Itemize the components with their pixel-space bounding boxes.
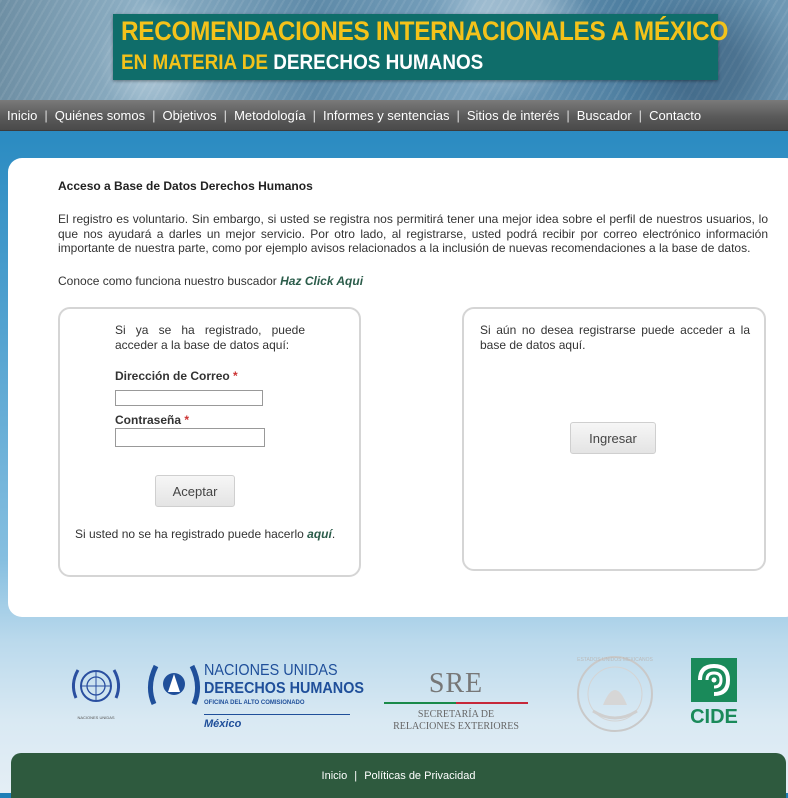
footer-separator: | <box>354 770 358 782</box>
un-logo[interactable]: NACIONES UNIDAS <box>66 662 126 720</box>
register-text: Si usted no se ha registrado puede hacer… <box>75 527 308 541</box>
email-label-text: Dirección de Correo <box>115 369 230 383</box>
un-emblem-icon <box>71 669 121 702</box>
required-mark: * <box>184 413 190 427</box>
ohchr-divider <box>204 714 350 715</box>
nav-item-objetivos[interactable]: Objetivos <box>155 108 223 123</box>
sre-stripe-green <box>384 702 456 704</box>
register-line: Si usted no se ha registrado puede hacer… <box>75 527 335 541</box>
password-field[interactable] <box>115 428 265 447</box>
cide-emblem-icon <box>691 658 737 702</box>
site-title-line2-part2: DERECHOS HUMANOS <box>273 51 484 74</box>
nav-item-metodologia[interactable]: Metodología <box>227 108 313 123</box>
guest-box: Si aún no desea registrarse puede accede… <box>462 307 766 571</box>
footer-link-privacidad[interactable]: Políticas de Privacidad <box>364 770 475 782</box>
login-box: Si ya se ha registrado, puede acceder a … <box>58 307 361 577</box>
register-link[interactable]: aquí <box>307 527 332 541</box>
email-field[interactable] <box>115 390 263 406</box>
login-instructions: Si ya se ha registrado, puede acceder a … <box>115 323 305 352</box>
howto-text: Conoce como funciona nuestro buscador <box>58 274 281 288</box>
password-label-text: Contraseña <box>115 413 182 427</box>
enter-button[interactable]: Ingresar <box>570 422 656 454</box>
seal-caption: ESTADOS UNIDOS MEXICANOS <box>577 657 653 663</box>
ohchr-line2: DERECHOS HUMANOS <box>204 680 365 697</box>
ohchr-emblem-icon <box>148 664 200 706</box>
nav-item-buscador[interactable]: Buscador <box>570 108 639 123</box>
site-title-box: RECOMENDACIONES INTERNACIONALES A MÉXICO… <box>113 14 728 80</box>
sre-line1: SECRETARÍA DE <box>417 709 495 720</box>
email-label: Dirección de Correo * <box>115 369 238 383</box>
nav-item-contacto[interactable]: Contacto <box>642 108 708 123</box>
sre-stripe-red <box>456 702 528 704</box>
ohchr-line1: NACIONES UNIDAS <box>204 662 338 679</box>
header-banner: RECOMENDACIONES INTERNACIONALES A MÉXICO… <box>0 0 788 100</box>
mexico-seal-logo[interactable]: ESTADOS UNIDOS MEXICANOS <box>573 655 657 733</box>
cide-logo[interactable]: CIDE <box>683 656 745 730</box>
site-title-line2-part1: EN MATERIA DE <box>121 51 269 74</box>
ohchr-line4: México <box>204 718 242 730</box>
sre-abbr: SRE <box>428 668 484 699</box>
nav-item-informes[interactable]: Informes y sentencias <box>316 108 456 123</box>
page-title: Acceso a Base de Datos Derechos Humanos <box>58 179 313 193</box>
ohchr-logo[interactable]: NACIONES UNIDAS DERECHOS HUMANOS OFICINA… <box>146 658 364 732</box>
howto-line: Conoce como funciona nuestro buscador Ha… <box>58 274 363 288</box>
nav-item-quienes-somos[interactable]: Quiénes somos <box>48 108 152 123</box>
main-nav: Inicio | Quiénes somos | Objetivos | Met… <box>0 100 788 131</box>
cide-text: CIDE <box>690 706 738 728</box>
guest-instructions: Si aún no desea registrarse puede accede… <box>480 323 750 352</box>
ohchr-line3: OFICINA DEL ALTO COMISIONADO <box>204 700 305 706</box>
main-panel: Acceso a Base de Datos Derechos Humanos … <box>8 158 788 617</box>
accept-button[interactable]: Aceptar <box>155 475 235 507</box>
seal-icon <box>577 656 653 732</box>
howto-link[interactable]: Haz Click Aqui <box>280 274 363 288</box>
un-caption: NACIONES UNIDAS <box>77 715 115 720</box>
footer-link-inicio[interactable]: Inicio <box>322 770 348 782</box>
nav-item-sitios[interactable]: Sitios de interés <box>460 108 567 123</box>
password-label: Contraseña * <box>115 413 189 427</box>
nav-item-inicio[interactable]: Inicio <box>0 108 44 123</box>
site-title-line1: RECOMENDACIONES INTERNACIONALES A MÉXICO <box>121 16 729 46</box>
required-mark: * <box>233 369 238 383</box>
register-end: . <box>331 527 336 541</box>
intro-paragraph: El registro es voluntario. Sin embargo, … <box>58 212 768 255</box>
site-title-line2: EN MATERIA DE DERECHOS HUMANOS <box>121 51 483 75</box>
sre-logo[interactable]: SRE SECRETARÍA DE RELACIONES EXTERIORES <box>380 668 532 734</box>
sre-line2: RELACIONES EXTERIORES <box>393 721 519 732</box>
footer: Inicio | Políticas de Privacidad <box>11 753 786 798</box>
footer-links: Inicio | Políticas de Privacidad <box>11 770 786 782</box>
